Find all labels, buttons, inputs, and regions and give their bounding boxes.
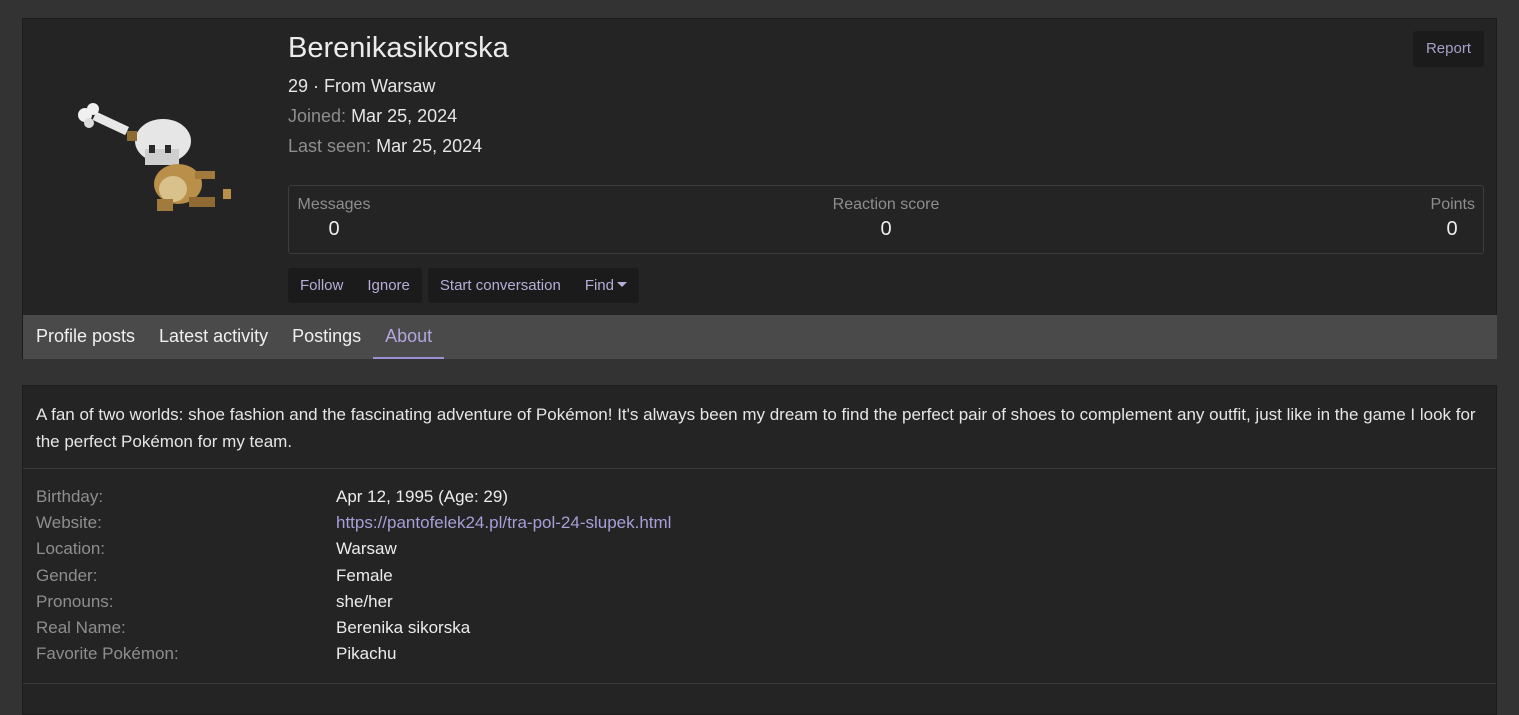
profile-username: Berenikasikorska (288, 32, 509, 64)
start-conversation-button[interactable]: Start conversation (428, 268, 573, 303)
tab-profile-posts[interactable]: Profile posts (24, 315, 147, 359)
find-menu-button[interactable]: Find (573, 268, 639, 303)
info-value: Female (336, 566, 393, 585)
last-seen-value: Mar 25, 2024 (376, 136, 483, 156)
joined-value: Mar 25, 2024 (351, 106, 458, 126)
divider (23, 468, 1496, 469)
find-label: Find (584, 277, 614, 294)
follow-ignore-group: Follow Ignore (288, 268, 422, 303)
conversation-find-group: Start conversation Find (427, 268, 639, 303)
profile-last-seen: Last seen: Mar 25, 2024 (288, 136, 482, 157)
follow-button[interactable]: Follow (288, 268, 355, 303)
info-label: Pronouns: (36, 592, 114, 611)
stat-reaction-value: 0 (880, 218, 892, 240)
info-label: Gender: (36, 566, 98, 585)
stat-reaction-score[interactable]: Reaction score 0 (833, 196, 940, 241)
info-label: Location: (36, 539, 105, 558)
tab-about[interactable]: About (373, 315, 445, 359)
stat-messages[interactable]: Messages 0 (297, 196, 371, 241)
stat-reaction-label: Reaction score (832, 196, 940, 213)
info-value: Warsaw (336, 539, 397, 558)
stat-messages-value: 0 (328, 218, 340, 240)
profile-age-location: 29 · From Warsaw (288, 76, 436, 96)
profile-stats: Messages 0 Reaction score 0 Points 0 (288, 185, 1484, 254)
website-link[interactable]: https://pantofelek24.pl/tra-pol-24-slupe… (336, 513, 671, 533)
info-label: Favorite Pokémon: (36, 644, 179, 663)
stat-points-value: 0 (1446, 218, 1458, 240)
info-label: Website: (36, 513, 102, 532)
about-panel: A fan of two worlds: shoe fashion and th… (22, 385, 1497, 715)
caret-down-icon (617, 282, 627, 288)
profile-tabs: Profile posts Latest activity Postings A… (23, 315, 1497, 359)
tab-postings[interactable]: Postings (280, 315, 373, 359)
last-seen-label: Last seen: (288, 136, 372, 156)
report-button[interactable]: Report (1412, 31, 1484, 67)
about-bio: A fan of two worlds: shoe fashion and th… (36, 405, 1476, 451)
info-value: Apr 12, 1995 (Age: 29) (336, 487, 509, 506)
joined-label: Joined: (288, 106, 347, 126)
profile-actions: Follow Ignore Start conversation Find (288, 268, 639, 303)
info-value: she/her (336, 592, 393, 611)
info-value: Pikachu (336, 644, 397, 663)
tab-latest-activity[interactable]: Latest activity (147, 315, 280, 359)
marowak-sprite-icon (78, 103, 231, 211)
info-label: Real Name: (36, 618, 126, 637)
profile-header-card: Berenikasikorska 29 · From Warsaw Joined… (22, 18, 1497, 359)
divider (23, 683, 1496, 684)
stat-points-label: Points (1430, 196, 1475, 213)
stat-messages-label: Messages (297, 196, 371, 213)
stat-points[interactable]: Points 0 (1429, 196, 1475, 241)
info-value: Berenika sikorska (336, 618, 471, 637)
ignore-button[interactable]: Ignore (355, 268, 422, 303)
info-label: Birthday: (36, 487, 104, 506)
profile-joined: Joined: Mar 25, 2024 (288, 106, 457, 127)
